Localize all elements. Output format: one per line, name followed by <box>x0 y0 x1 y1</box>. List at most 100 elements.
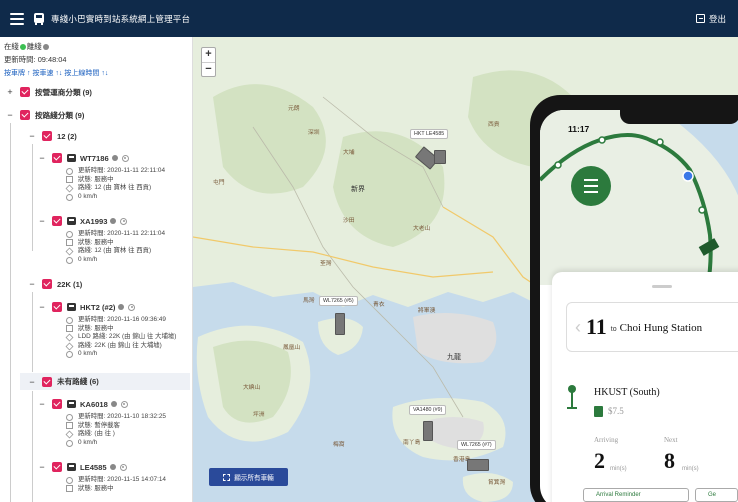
tree-line <box>10 123 11 502</box>
checkbox[interactable] <box>42 131 52 141</box>
offline-dot-icon <box>118 304 125 310</box>
sort-options: 按車牌 ↑ 按車速 ↑↓ 按上線時間 ↑↓ <box>4 68 108 78</box>
route-card[interactable]: ‹ 11 to Choi Hung Station <box>566 302 738 352</box>
vehicle-route: 路綫: (由 往 ) <box>78 430 115 438</box>
sort-by-online-time[interactable]: 按上線時間 ↑↓ <box>64 68 108 78</box>
bus-map-label[interactable]: HKT LE4585 <box>410 129 449 139</box>
stop-name: HKUST (South) <box>594 387 660 398</box>
checkbox[interactable] <box>42 279 52 289</box>
arrival-reminder-button[interactable]: Arrival Reminder <box>583 488 689 502</box>
route-list-button[interactable] <box>571 166 611 206</box>
vehicle-row[interactable]: − XA1993 <box>38 214 128 228</box>
app-title: 專綫小巴實時到站系統網上管理平台 <box>51 13 191 24</box>
locate-icon[interactable] <box>120 400 128 408</box>
collapse-toggle[interactable]: − <box>6 110 14 120</box>
next-label: Next <box>664 436 678 444</box>
bus-marker-icon[interactable] <box>467 459 489 471</box>
vehicle-plate: LE4585 <box>80 462 107 472</box>
locate-icon[interactable] <box>120 217 128 225</box>
checkbox[interactable] <box>52 462 62 472</box>
tree-line <box>32 144 33 251</box>
map-place-label: 大嶼山 <box>243 385 261 391</box>
zoom-in-button[interactable]: + <box>202 48 215 62</box>
expand-toggle[interactable]: + <box>6 87 14 97</box>
vehicle-plate: KA6018 <box>80 399 108 409</box>
vehicle-updated: 更新時間: 2020-11-10 18:32:25 <box>78 413 166 420</box>
sheet-handle[interactable] <box>652 285 672 288</box>
list-icon <box>584 185 598 187</box>
speed-icon <box>66 193 73 201</box>
map-place-label: 深圳 <box>308 130 320 136</box>
group-by-operator[interactable]: + 按營運商分類 (9) <box>6 85 92 99</box>
phone-route-map <box>540 110 738 285</box>
checkbox[interactable] <box>52 216 62 226</box>
clock-icon <box>66 230 73 238</box>
collapse-toggle[interactable]: − <box>28 377 36 387</box>
offline-dot-icon <box>109 464 116 470</box>
group-label: 按路綫分類 (9) <box>35 110 85 120</box>
collapse-toggle[interactable]: − <box>38 302 46 312</box>
get-button[interactable]: Ge <box>695 488 738 502</box>
checkbox[interactable] <box>52 302 62 312</box>
sort-by-speed[interactable]: 按車速 ↑↓ <box>32 68 62 78</box>
list-icon <box>584 179 598 181</box>
clock-icon <box>66 413 73 421</box>
route-12[interactable]: − 12 (2) <box>28 129 77 143</box>
collapse-toggle[interactable]: − <box>28 279 36 289</box>
speed-icon <box>66 351 73 359</box>
checkbox[interactable] <box>52 153 62 163</box>
vehicle-updated: 更新時間: 2020-11-16 09:36:49 <box>78 316 166 323</box>
vehicle-row[interactable]: − WT7186 <box>38 151 129 165</box>
locate-icon[interactable] <box>128 303 136 311</box>
checkbox[interactable] <box>52 399 62 409</box>
locate-icon[interactable] <box>121 154 129 162</box>
updated-label: 更新時間: <box>4 55 36 64</box>
collapse-toggle[interactable]: − <box>28 131 36 141</box>
checkbox[interactable] <box>20 87 30 97</box>
bus-marker-icon[interactable] <box>335 313 345 335</box>
sort-arrow-icon: ↑↓ <box>55 70 63 77</box>
route-unassigned[interactable]: − 未有路綫 (6) <box>20 373 190 390</box>
bus-icon <box>67 154 76 162</box>
checkbox[interactable] <box>20 110 30 120</box>
vehicle-row[interactable]: − LE4585 <box>38 460 127 474</box>
map-place-label: 元朗 <box>288 106 300 112</box>
bus-map-label[interactable]: WL7265 (#7) <box>457 440 496 450</box>
bus-marker-icon[interactable] <box>434 150 446 164</box>
collapse-toggle[interactable]: − <box>38 462 46 472</box>
speed-icon <box>66 256 73 264</box>
bus-map-label[interactable]: WL7265 (#5) <box>319 296 358 306</box>
sort-by-plate-label: 按車牌 <box>4 70 25 77</box>
stop-pin-icon <box>567 385 577 409</box>
menu-icon[interactable] <box>10 12 24 25</box>
route-number: 11 <box>586 314 607 339</box>
vehicle-row[interactable]: − HKT2 (#2) <box>38 300 136 314</box>
collapse-toggle[interactable]: − <box>38 216 46 226</box>
locate-icon[interactable] <box>119 463 127 471</box>
collapse-toggle[interactable]: − <box>38 153 46 163</box>
arriving-label: Arriving <box>594 436 619 444</box>
bus-marker-icon[interactable] <box>423 421 433 441</box>
phone-time: 11:17 <box>568 124 590 134</box>
route-22k[interactable]: − 22K (1) <box>28 277 82 291</box>
phone-notch <box>620 108 738 124</box>
zoom-out-button[interactable]: − <box>202 62 215 76</box>
checkbox[interactable] <box>42 376 52 387</box>
map-place-label: 梅窩 <box>333 442 345 448</box>
logout-button[interactable]: 登出 <box>695 0 726 37</box>
collapse-toggle[interactable]: − <box>38 399 46 409</box>
bus-label-text: LE4585 <box>425 131 445 137</box>
vehicle-updated: 更新時間: 2020-11-11 22:11:04 <box>78 230 166 237</box>
show-all-vehicles-button[interactable]: 顯示所有車輛 <box>209 468 288 486</box>
bus-map-label[interactable]: VA1480 (#9) <box>409 405 447 415</box>
group-by-route[interactable]: − 按路綫分類 (9) <box>6 108 84 122</box>
fullscreen-icon <box>223 473 231 481</box>
chevron-left-icon[interactable]: ‹ <box>575 317 581 338</box>
route-label: 22K (1) <box>57 279 83 289</box>
sort-arrow-icon: ↑ <box>26 70 31 77</box>
speed-icon <box>66 439 73 447</box>
vehicle-row[interactable]: − KA6018 <box>38 397 128 411</box>
sort-by-plate[interactable]: 按車牌 ↑ <box>4 68 30 78</box>
vehicle-plate: HKT2 (#2) <box>80 302 116 312</box>
map-place-label: 沙田 <box>343 218 355 224</box>
